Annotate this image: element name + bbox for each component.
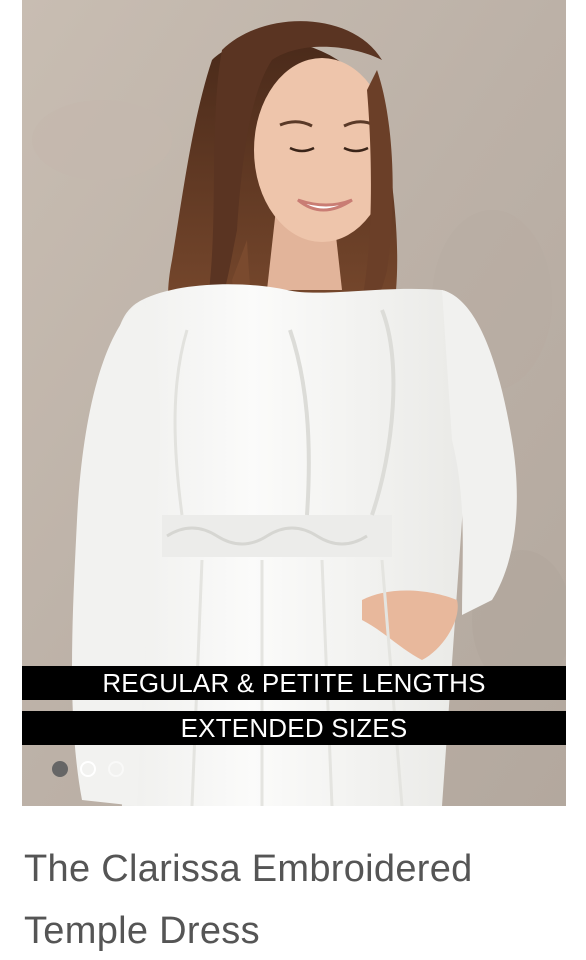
carousel-dot-1[interactable]: [52, 761, 68, 777]
banner-regular-petite-text: REGULAR & PETITE LENGTHS: [102, 667, 486, 698]
product-image[interactable]: REGULAR & PETITE LENGTHS EXTENDED SIZES: [22, 0, 566, 806]
product-page: REGULAR & PETITE LENGTHS EXTENDED SIZES …: [0, 0, 586, 960]
carousel-dot-3[interactable]: [108, 761, 124, 777]
carousel-dot-2[interactable]: [80, 761, 96, 777]
product-title[interactable]: The Clarissa Embroidered Temple Dress: [24, 838, 564, 960]
banner-extended-sizes: EXTENDED SIZES: [22, 711, 566, 745]
banner-extended-sizes-text: EXTENDED SIZES: [180, 712, 408, 743]
carousel-indicator: [52, 759, 124, 779]
banner-regular-petite: REGULAR & PETITE LENGTHS: [22, 666, 566, 700]
